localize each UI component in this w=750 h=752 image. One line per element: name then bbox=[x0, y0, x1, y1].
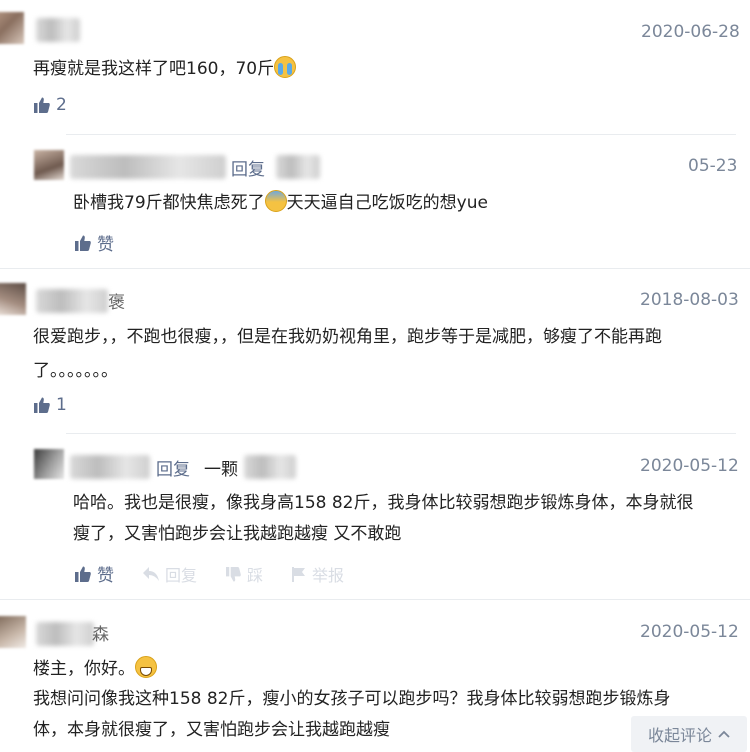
like-count: 1 bbox=[56, 395, 67, 415]
comment-text-line: 哈哈。我也是很瘦，像我身高158 82斤，我身体比较弱想跑步锻炼身体，本身就很 bbox=[73, 493, 694, 513]
comment-text-line: 瘦了，又害怕跑步会让我越跑越瘦 又不敢跑 bbox=[73, 524, 402, 544]
avatar[interactable] bbox=[0, 616, 26, 648]
comment-text: 再瘦就是我这样了吧160，70斤 bbox=[33, 54, 297, 84]
like-count: 2 bbox=[56, 95, 67, 115]
collapse-label: 收起评论 bbox=[647, 726, 712, 745]
reply-action[interactable]: 回复 bbox=[143, 562, 197, 586]
username-visible-part[interactable]: 褒 bbox=[108, 288, 125, 313]
comment-date: 05-23 bbox=[688, 156, 738, 176]
comment-text-line: 了。。。。。。。 bbox=[33, 361, 118, 381]
reply-target-visible-part[interactable]: 一颗 bbox=[204, 455, 238, 480]
username[interactable] bbox=[70, 455, 150, 479]
comment-text-line: 楼主，你好。 bbox=[33, 654, 157, 684]
thumbs-up-icon bbox=[34, 397, 50, 413]
fearful-emoji-icon bbox=[264, 190, 287, 212]
divider bbox=[66, 134, 736, 135]
like-button[interactable]: 1 bbox=[34, 395, 67, 415]
username[interactable] bbox=[70, 155, 226, 179]
username[interactable] bbox=[36, 622, 94, 646]
avatar[interactable] bbox=[0, 283, 26, 315]
comment-text-line: 我想问问像我这种158 82斤，瘦小的女孩子可以跑步吗？我身体比较弱想跑步锻炼身 bbox=[33, 689, 671, 709]
crying-emoji-icon bbox=[274, 56, 297, 78]
avatar[interactable] bbox=[34, 449, 64, 479]
thumbs-up-icon bbox=[75, 566, 91, 582]
chevron-up-icon bbox=[718, 730, 730, 738]
like-label: 赞 bbox=[97, 235, 114, 255]
comment-text-line: 体，本身就很瘦了，又害怕跑步会让我越跑越瘦 bbox=[33, 720, 390, 740]
reply-target-name[interactable] bbox=[244, 455, 296, 479]
comment-date: 2020-05-12 bbox=[640, 622, 739, 642]
report-action[interactable]: 举报 bbox=[292, 562, 344, 586]
reply-link[interactable]: 回复 bbox=[231, 155, 265, 180]
like-button[interactable]: 赞 bbox=[75, 230, 114, 255]
comment-text: 卧槽我79斤都快焦虑死了 天天逼自己吃饭吃的想yue bbox=[73, 188, 488, 218]
like-button[interactable]: 2 bbox=[34, 95, 67, 115]
thumbs-up-icon bbox=[75, 235, 91, 251]
reply-link[interactable]: 回复 bbox=[156, 455, 190, 480]
comment-text-line: 很爱跑步，，不跑也很瘦，，但是在我奶奶视角里，跑步等于是减肥，够瘦了不能再跑 bbox=[33, 327, 662, 347]
divider bbox=[0, 599, 750, 600]
divider bbox=[66, 433, 736, 434]
reply-arrow-icon bbox=[143, 567, 159, 581]
avatar[interactable] bbox=[34, 150, 64, 180]
comment-date: 2020-06-28 bbox=[641, 22, 740, 42]
flag-icon bbox=[292, 566, 305, 582]
comment-date: 2020-05-12 bbox=[640, 456, 739, 476]
username[interactable] bbox=[36, 18, 80, 42]
grinning-emoji-icon bbox=[135, 656, 157, 678]
username[interactable] bbox=[36, 289, 108, 313]
like-button[interactable]: 赞 bbox=[75, 561, 114, 586]
username-visible-part[interactable]: 森 bbox=[92, 620, 109, 645]
collapse-comments-button[interactable]: 收起评论 bbox=[631, 716, 747, 752]
thumbs-down-icon bbox=[226, 566, 241, 582]
like-label: 赞 bbox=[97, 566, 114, 586]
thumbs-up-icon bbox=[34, 97, 50, 113]
reply-target-name[interactable] bbox=[276, 155, 320, 179]
dislike-action[interactable]: 踩 bbox=[226, 562, 263, 586]
divider bbox=[0, 268, 750, 269]
avatar[interactable] bbox=[0, 12, 24, 44]
comment-date: 2018-08-03 bbox=[640, 290, 739, 310]
